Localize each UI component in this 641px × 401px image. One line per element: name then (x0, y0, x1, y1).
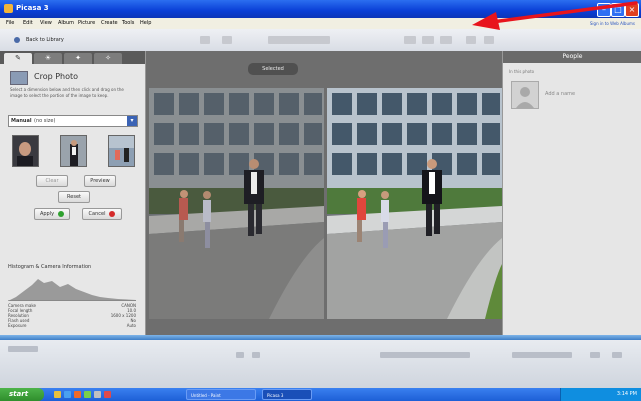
tray-option-icon[interactable] (590, 352, 600, 358)
menu-tools[interactable]: Tools (122, 20, 134, 26)
zoom-controls[interactable] (268, 36, 330, 44)
photo-before[interactable] (149, 88, 324, 319)
panel-heading: Crop Photo (34, 72, 79, 81)
back-to-library-button[interactable]: Back to Library (8, 35, 70, 46)
camera-info: Camera make CANON Focal length 10.0 Resolu… (8, 303, 136, 328)
tray-label (8, 346, 38, 352)
menu-help[interactable]: Help (140, 20, 151, 26)
menu-create[interactable]: Create (101, 20, 118, 26)
tab-basic-fixes[interactable]: ✎ (4, 53, 32, 64)
info-icon[interactable] (484, 36, 494, 44)
photo-tray (0, 340, 641, 388)
quick-launch-icon[interactable] (64, 391, 71, 398)
start-button[interactable]: start (0, 388, 44, 401)
rotate-right-icon[interactable] (222, 36, 232, 44)
unknown-person-avatar[interactable] (511, 81, 539, 109)
windows-taskbar: start Untitled - Paint Picasa 3 3:14 PM (0, 388, 641, 401)
view-single-icon[interactable] (404, 36, 416, 44)
annotation-arrow-icon (472, 1, 638, 30)
crop-suggestion-thumb-1[interactable] (12, 135, 39, 167)
crop-icon (10, 71, 28, 85)
crop-size-value: (no size) (34, 118, 56, 124)
chevron-down-icon[interactable]: ▾ (127, 116, 137, 126)
check-icon (58, 210, 65, 217)
quick-launch-icon[interactable] (74, 391, 81, 398)
info-row: Exposure Auto (8, 323, 136, 328)
selected-label: Selected (248, 63, 298, 75)
quick-launch-icon[interactable] (84, 391, 91, 398)
menu-album[interactable]: Album (58, 20, 74, 26)
preview-button[interactable]: Preview (84, 175, 116, 187)
taskbar-item-active[interactable]: Picasa 3 (262, 389, 312, 400)
tag-icon[interactable] (466, 36, 476, 44)
person-name-field[interactable]: Add a name (545, 91, 575, 97)
histogram (8, 273, 136, 301)
histogram-title: Histogram & Camera Information (8, 264, 92, 270)
edit-panel: ✎ ☀ ✦ ✧ Crop Photo Select a dimension be… (0, 51, 146, 335)
menu-view[interactable]: View (40, 20, 52, 26)
quick-launch-icon[interactable] (104, 391, 111, 398)
picasa-app-icon (4, 4, 13, 13)
reset-button[interactable]: Reset (58, 191, 90, 203)
cancel-label: Cancel (88, 211, 106, 217)
clear-button[interactable]: Clear (36, 175, 68, 187)
edit-tabs: ✎ ☀ ✦ ✧ (0, 51, 145, 64)
quick-launch-icon[interactable] (54, 391, 61, 398)
apply-label: Apply (39, 211, 55, 217)
cancel-icon (109, 210, 116, 217)
cancel-button[interactable]: Cancel (82, 208, 122, 220)
previous-photo-icon[interactable] (236, 352, 244, 358)
tab-tuning[interactable]: ☀ (34, 53, 62, 64)
crop-suggestion-thumb-3[interactable] (108, 135, 135, 167)
tab-effects[interactable]: ✦ (64, 53, 92, 64)
tray-option-icon[interactable] (612, 352, 622, 358)
quick-launch-icon[interactable] (94, 391, 101, 398)
people-panel: People In this photo Add a name (502, 51, 641, 335)
menu-file[interactable]: File (6, 20, 14, 26)
back-arrow-icon (14, 37, 20, 43)
crop-suggestion-thumb-2[interactable] (60, 135, 87, 167)
rotate-left-icon[interactable] (200, 36, 210, 44)
view-compare-icon[interactable] (422, 36, 434, 44)
panel-description: Select a dimension below and then click … (10, 87, 124, 98)
back-to-library-label: Back to Library (26, 37, 64, 43)
taskbar-item[interactable]: Untitled - Paint (186, 389, 256, 400)
crop-size-select[interactable]: Manual (no size) ▾ (8, 115, 138, 127)
people-header: People (503, 51, 641, 63)
photo-after[interactable] (327, 88, 502, 319)
photo-view: Selected (146, 51, 502, 335)
system-tray: 3:14 PM (560, 388, 641, 401)
people-subtitle: In this photo (509, 69, 535, 74)
view-split-icon[interactable] (440, 36, 452, 44)
zoom-slider[interactable] (512, 352, 572, 358)
tab-more-effects[interactable]: ✧ (94, 53, 122, 64)
tray-actions[interactable] (380, 352, 470, 358)
window-title: Picasa 3 (16, 4, 49, 12)
next-photo-icon[interactable] (252, 352, 260, 358)
clock: 3:14 PM (616, 391, 637, 397)
menu-edit[interactable]: Edit (23, 20, 33, 26)
crop-size-label: Manual (11, 118, 32, 124)
apply-button[interactable]: Apply (34, 208, 70, 220)
menu-picture[interactable]: Picture (78, 20, 95, 26)
